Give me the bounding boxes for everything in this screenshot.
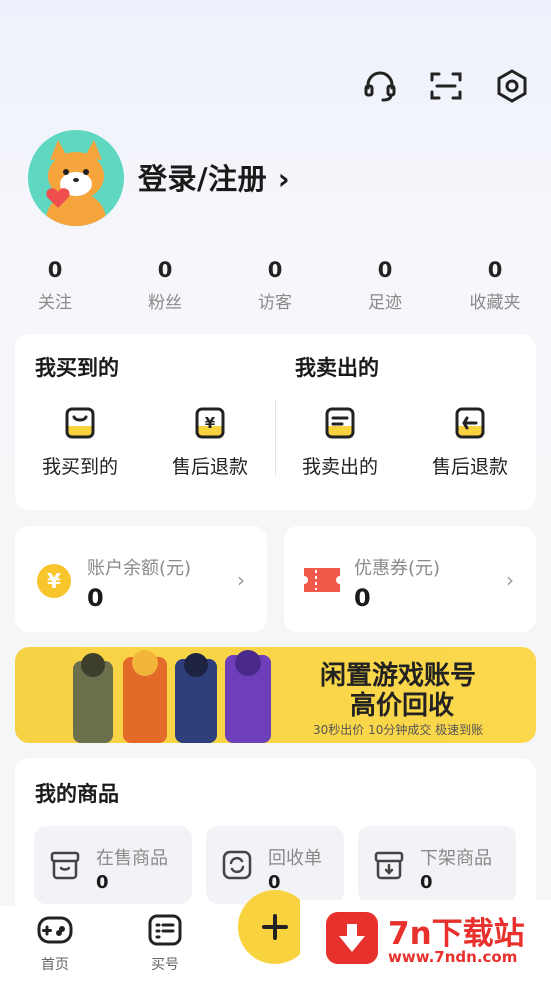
refund-label: 售后退款 <box>171 456 248 478</box>
balance-title: 账户余额(元) <box>87 558 192 579</box>
goods-on-sale[interactable]: 在售商品 0 <box>34 826 192 904</box>
recycle-banner[interactable]: 闲置游戏账号 高价回收 30秒出价 10分钟成交 极速到账 <box>15 647 536 743</box>
stat-label: 关注 <box>38 293 72 313</box>
stat-follow[interactable]: 0 关注 <box>10 256 100 313</box>
stat-label: 粉丝 <box>148 293 182 313</box>
list-icon <box>323 406 357 440</box>
sold-label: 我卖出的 <box>301 456 378 478</box>
watermark-name: 7n下载站 <box>388 916 525 952</box>
stat-footprint[interactable]: 0 足迹 <box>340 256 430 313</box>
stat-label: 足迹 <box>368 293 402 313</box>
headset-icon[interactable] <box>360 66 400 106</box>
svg-text:¥: ¥ <box>205 414 216 432</box>
sold-title: 我卖出的 <box>295 356 379 380</box>
svg-text:¥: ¥ <box>47 569 61 593</box>
goods-label: 在售商品 <box>96 848 168 869</box>
down-box-icon <box>372 848 406 886</box>
tab-home[interactable]: 首页 <box>20 914 90 974</box>
goods-label: 下架商品 <box>420 848 492 869</box>
goods-off-shelf[interactable]: 下架商品 0 <box>358 826 516 904</box>
watermark-url: www.7ndn.com <box>388 948 518 966</box>
stat-visitors[interactable]: 0 访客 <box>230 256 320 313</box>
stat-favorites[interactable]: 0 收藏夹 <box>450 256 540 313</box>
game-characters-image <box>65 647 275 743</box>
bought-title: 我买到的 <box>35 356 119 380</box>
goods-value: 0 <box>420 872 433 893</box>
recycle-icon <box>220 848 254 886</box>
watermark: 7n下载站 www.7ndn.com <box>300 900 551 981</box>
stat-value: 0 <box>377 258 393 282</box>
refund-label: 售后退款 <box>431 456 508 478</box>
goods-title: 我的商品 <box>35 782 119 806</box>
banner-line2: 高价回收 <box>350 691 455 721</box>
bought-button[interactable]: 我买到的 <box>25 406 135 479</box>
banner-sub: 30秒出价 10分钟成交 极速到账 <box>313 723 484 737</box>
bag-icon <box>63 406 97 440</box>
tab-buy-label: 买号 <box>151 957 179 973</box>
login-register-link[interactable]: 登录/注册 › <box>138 156 290 198</box>
chevron-right-icon: › <box>237 568 245 592</box>
coupon-card[interactable]: 优惠券(元) 0 › <box>284 526 536 632</box>
stat-label: 访客 <box>258 293 292 313</box>
stat-value: 0 <box>267 258 283 282</box>
orders-card: 我买到的 我卖出的 我买到的 ¥ 售后退款 我卖出的 售后退款 <box>15 334 536 510</box>
goods-value: 0 <box>96 872 109 893</box>
buy-refund-button[interactable]: ¥ 售后退款 <box>155 406 265 479</box>
stats-row: 0 关注 0 粉丝 0 访客 0 足迹 0 收藏夹 <box>0 256 551 316</box>
gamepad-icon <box>20 914 90 950</box>
stat-value: 0 <box>487 258 503 282</box>
chevron-right-icon: › <box>506 568 514 592</box>
settings-icon[interactable] <box>492 66 532 106</box>
goods-label: 回收单 <box>268 848 322 869</box>
download-logo-icon <box>326 912 378 964</box>
avatar[interactable] <box>28 130 124 226</box>
stat-value: 0 <box>157 258 173 282</box>
balance-value: 0 <box>87 584 104 612</box>
tab-home-label: 首页 <box>41 957 69 973</box>
sold-button[interactable]: 我卖出的 <box>285 406 395 479</box>
divider <box>275 400 276 476</box>
return-icon <box>453 406 487 440</box>
yuan-coin-icon: ¥ <box>35 562 73 604</box>
coupon-value: 0 <box>354 584 371 612</box>
stat-value: 0 <box>47 258 63 282</box>
stat-label: 收藏夹 <box>469 293 521 313</box>
bought-label: 我买到的 <box>41 456 118 478</box>
sell-refund-button[interactable]: 售后退款 <box>415 406 525 479</box>
coupon-icon <box>302 564 342 600</box>
coupon-title: 优惠券(元) <box>354 558 441 579</box>
scan-icon[interactable] <box>426 66 466 106</box>
plus-icon <box>262 914 288 940</box>
list-icon <box>130 914 200 950</box>
balance-card[interactable]: ¥ 账户余额(元) 0 › <box>15 526 267 632</box>
yuan-refund-icon: ¥ <box>193 406 227 440</box>
box-icon <box>48 848 82 886</box>
tab-buy[interactable]: 买号 <box>130 914 200 974</box>
stat-fans[interactable]: 0 粉丝 <box>120 256 210 313</box>
